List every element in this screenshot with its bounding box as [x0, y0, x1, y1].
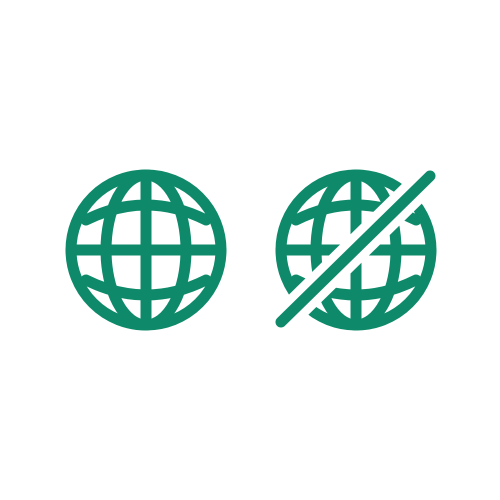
icon-canvas: [0, 0, 500, 500]
